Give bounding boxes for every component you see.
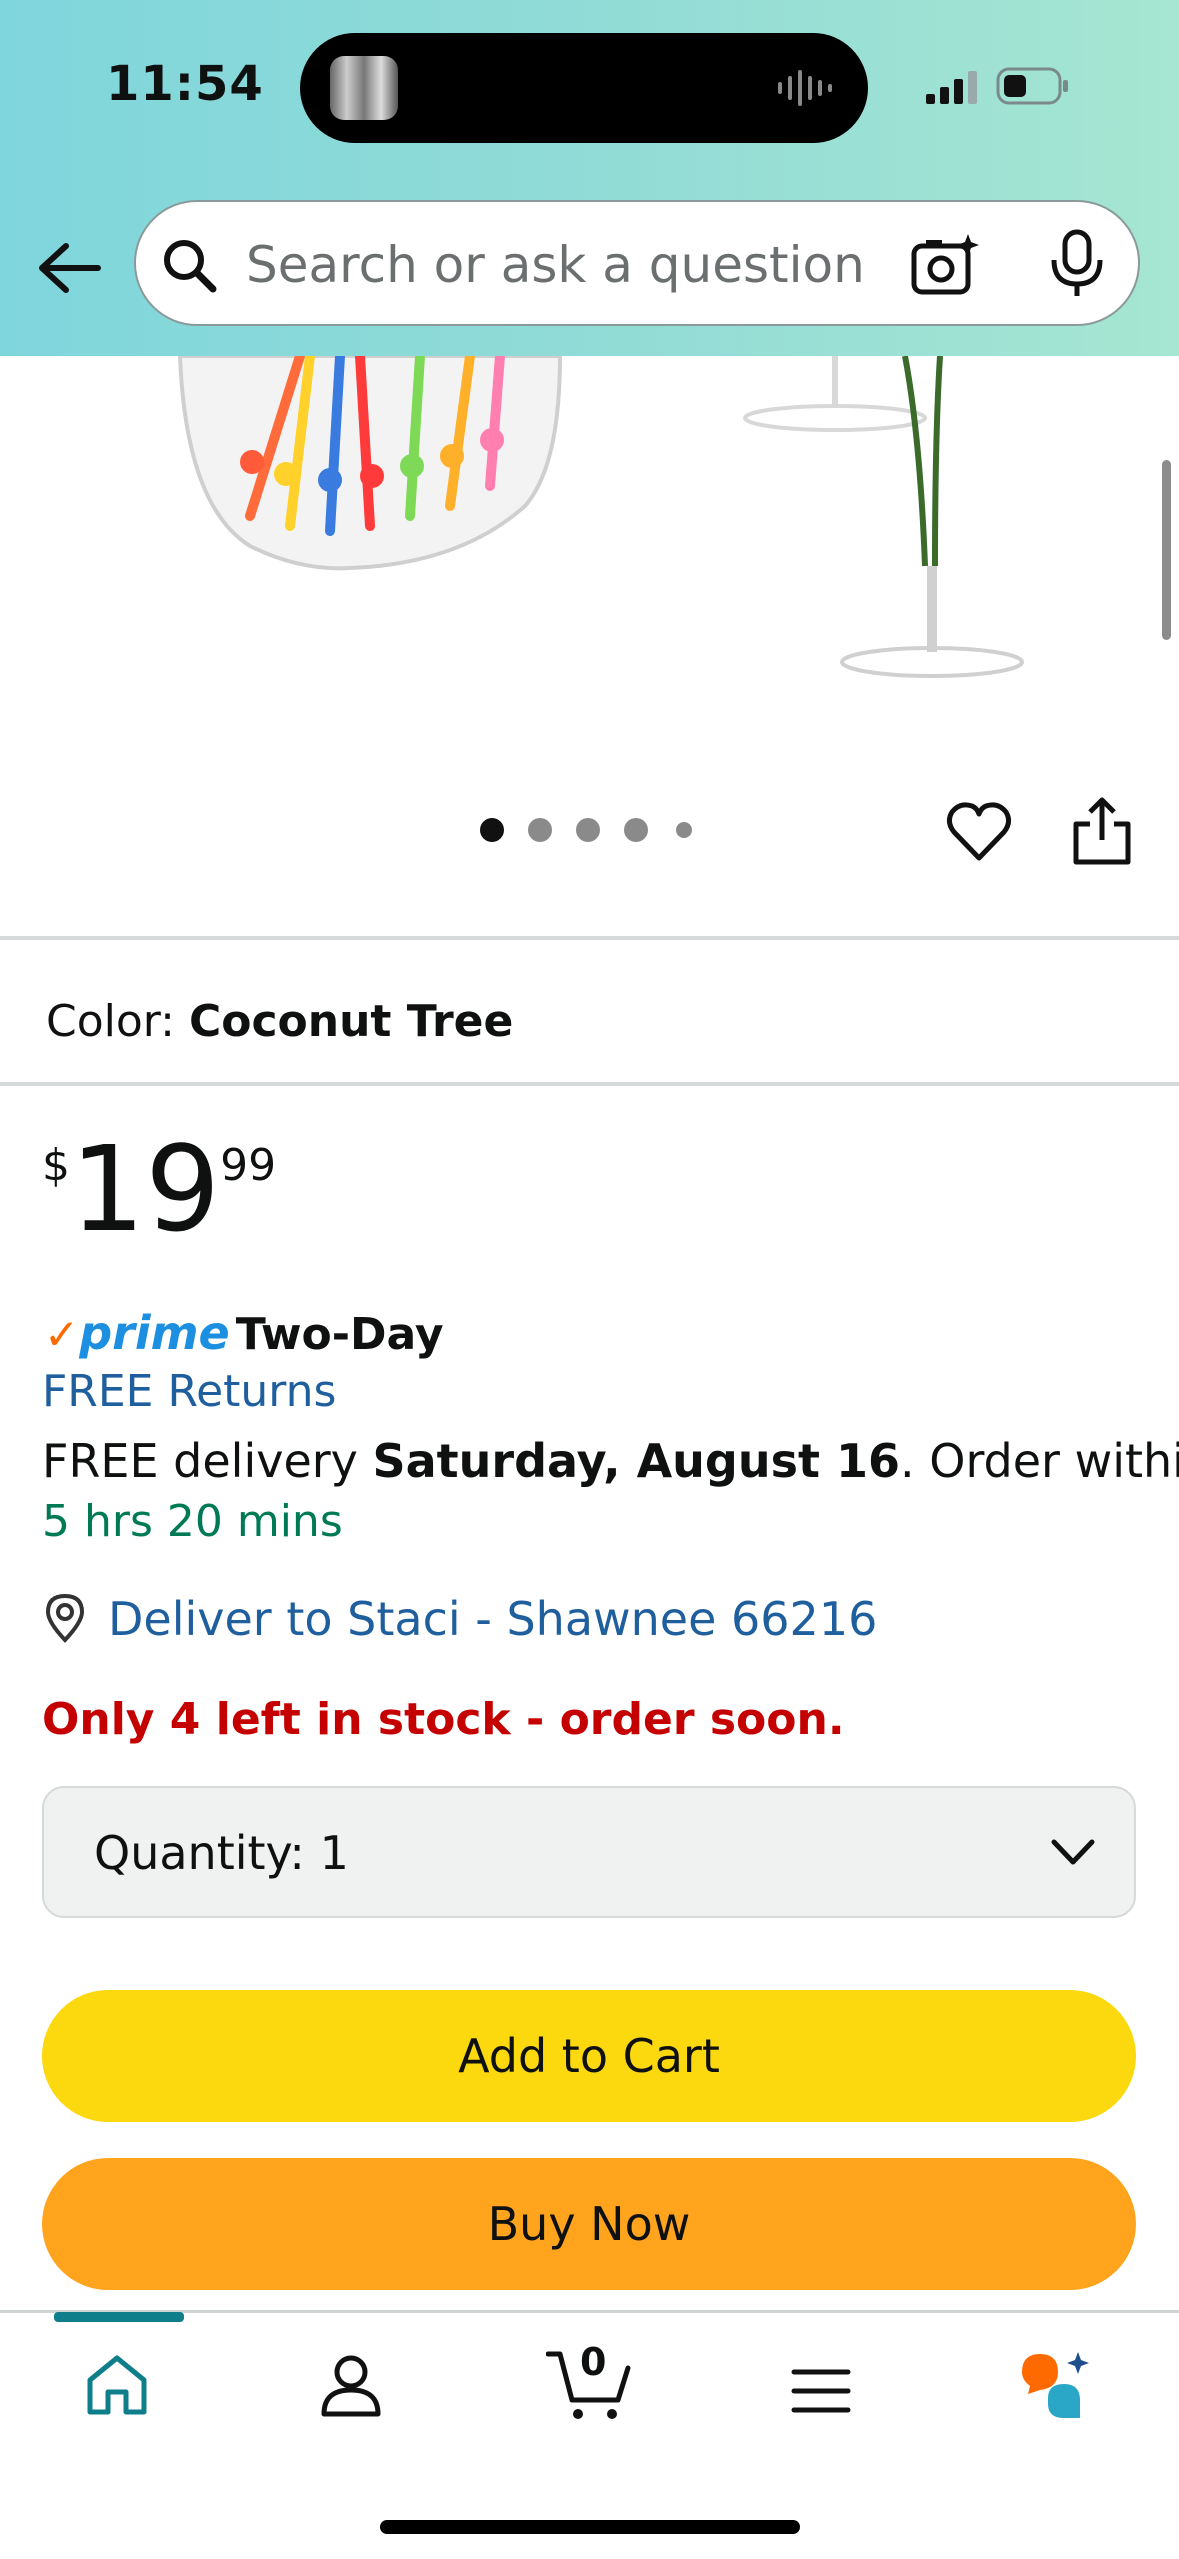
prime-badge: ✓prime Two-Day	[44, 1306, 444, 1360]
quantity-label: Quantity:	[94, 1826, 305, 1880]
chevron-down-icon	[1051, 1839, 1095, 1865]
cart-count-badge: 0	[580, 2340, 607, 2384]
delivery-suffix: . Order within	[900, 1434, 1179, 1488]
page-scrollbar[interactable]	[1162, 460, 1171, 640]
home-icon[interactable]	[82, 2350, 152, 2420]
stock-warning: Only 4 left in stock - order soon.	[42, 1694, 845, 1745]
color-value: Coconut Tree	[188, 996, 514, 1047]
share-icon[interactable]	[1070, 796, 1134, 866]
menu-icon[interactable]	[786, 2356, 856, 2426]
pagination-dot[interactable]	[576, 818, 600, 842]
delivery-date: Saturday, August 16	[372, 1434, 900, 1488]
search-icon	[164, 240, 217, 293]
quantity-value: 1	[319, 1826, 349, 1880]
delivery-prefix: FREE delivery	[42, 1434, 373, 1488]
quantity-text: Quantity: 1	[94, 1826, 349, 1880]
back-arrow-icon[interactable]	[36, 240, 102, 296]
pagination-dot[interactable]	[624, 818, 648, 842]
audio-wave-icon	[778, 70, 832, 106]
free-returns-link[interactable]: FREE Returns	[42, 1366, 336, 1417]
delivery-info: FREE delivery Saturday, August 16. Order…	[42, 1434, 1179, 1488]
deliver-to-link[interactable]: Deliver to Staci - Shawnee 66216	[108, 1592, 877, 1646]
color-selector[interactable]: Color: Coconut Tree	[46, 996, 513, 1047]
location-pin-icon	[45, 1593, 85, 1643]
microphone-icon[interactable]	[1046, 228, 1108, 300]
section-divider	[0, 1082, 1179, 1086]
pagination-dot[interactable]	[528, 818, 552, 842]
battery-icon	[996, 67, 1068, 105]
section-divider	[0, 936, 1179, 940]
price: $1999	[42, 1130, 276, 1248]
camera-search-icon[interactable]	[910, 232, 980, 298]
cellular-signal-icon	[926, 71, 977, 104]
pagination-dot[interactable]	[676, 822, 692, 838]
home-indicator[interactable]	[380, 2520, 800, 2534]
prime-check-icon: ✓	[44, 1310, 80, 1359]
active-tab-indicator	[54, 2312, 184, 2322]
color-label: Color:	[46, 996, 175, 1047]
price-whole: 19	[70, 1120, 221, 1258]
price-fraction: 99	[220, 1140, 277, 1191]
prime-logo: prime	[79, 1306, 230, 1360]
prime-speed: Two-Day	[235, 1309, 444, 1360]
add-to-cart-button[interactable]: Add to Cart	[42, 1990, 1136, 2122]
account-icon[interactable]	[316, 2350, 386, 2420]
search-input[interactable]: Search or ask a question	[246, 236, 865, 294]
status-time: 11:54	[106, 56, 264, 112]
pagination-dot-active[interactable]	[480, 818, 504, 842]
buy-now-button[interactable]: Buy Now	[42, 2158, 1136, 2290]
rufus-assistant-icon[interactable]	[1018, 2348, 1092, 2426]
price-currency: $	[42, 1140, 70, 1191]
now-playing-thumbnail	[330, 56, 398, 120]
heart-icon[interactable]	[946, 800, 1012, 864]
order-countdown: 5 hrs 20 mins	[42, 1496, 343, 1547]
